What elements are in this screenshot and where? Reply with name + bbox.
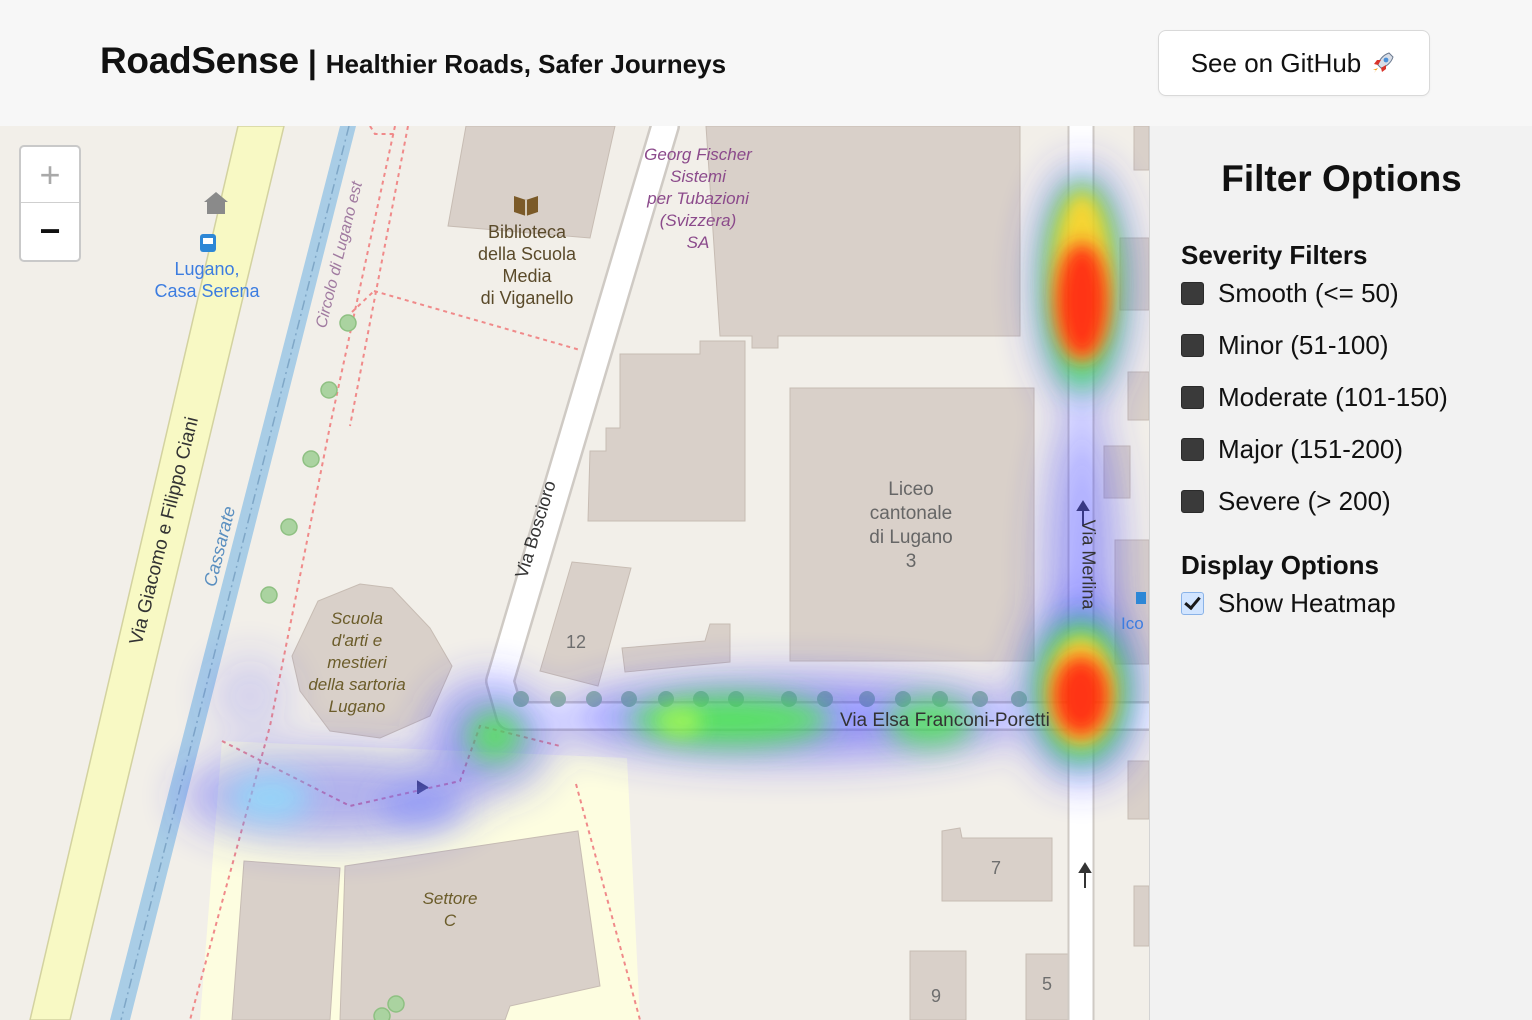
label-library: Biblioteca della Scuola Media di Viganel… <box>460 221 594 309</box>
label-scuola: Scuola d'arti e mestieri della sartoria … <box>294 608 420 718</box>
github-button-label: See on GitHub <box>1190 47 1362 78</box>
label-settore-line2: C <box>443 911 457 930</box>
label-scuola-line2: d'arti e <box>331 631 383 650</box>
checkbox-major[interactable] <box>1181 438 1204 461</box>
checkbox-severe[interactable] <box>1181 490 1204 513</box>
house-number-9: 9 <box>931 986 942 1006</box>
label-company-line2: Sistemi <box>670 167 726 186</box>
label-company-line1: Georg Fischer <box>644 145 752 164</box>
label-liceo-line3: di Lugano <box>869 527 953 548</box>
display-section-title: Display Options <box>1181 550 1379 580</box>
label-liceo-line1: Liceo <box>888 479 934 500</box>
label-company-line5: SA <box>686 233 710 252</box>
filter-major[interactable]: Major (151-200) <box>1181 434 1403 465</box>
label-library-line2: della Scuola <box>477 244 577 264</box>
buildings <box>231 126 1149 1020</box>
filter-moderate-label: Moderate (101-150) <box>1218 382 1448 412</box>
filter-major-label: Major (151-200) <box>1218 434 1403 464</box>
label-library-line3: Media <box>502 266 552 286</box>
label-company-line4: (Svizzera) <box>659 211 737 230</box>
option-show-heatmap-label: Show Heatmap <box>1218 588 1396 618</box>
checkbox-smooth[interactable] <box>1181 282 1204 305</box>
info-icon <box>1136 592 1146 604</box>
label-liceo-line4: 3 <box>905 551 917 572</box>
brand-separator: | <box>307 44 317 80</box>
checkbox-moderate[interactable] <box>1181 386 1204 409</box>
label-bus-line1: Lugano, <box>174 259 240 279</box>
label-scuola-line3: mestieri <box>327 653 387 672</box>
github-button[interactable]: See on GitHub <box>1158 30 1430 96</box>
filter-smooth[interactable]: Smooth (<= 50) <box>1181 278 1399 309</box>
filter-smooth-label: Smooth (<= 50) <box>1218 278 1399 308</box>
label-bus-stop: Lugano, Casa Serena <box>148 258 266 302</box>
label-company-line3: per Tubazioni <box>647 189 749 208</box>
checkbox-show-heatmap[interactable] <box>1181 592 1204 615</box>
label-franconi: Via Elsa Franconi-Poretti <box>840 710 1050 731</box>
label-settore-line1: Settore <box>422 889 478 908</box>
label-edge-ico: Ico <box>1121 614 1144 633</box>
label-bus-line2: Casa Serena <box>154 281 260 301</box>
filter-severe[interactable]: Severe (> 200) <box>1181 486 1391 517</box>
label-scuola-line4: della sartoria <box>308 675 406 694</box>
brand-name: RoadSense <box>100 40 299 81</box>
house-number-12: 12 <box>566 632 587 652</box>
filter-moderate[interactable]: Moderate (101-150) <box>1181 382 1448 413</box>
zoom-in-button[interactable]: + <box>21 147 79 203</box>
zoom-out-button[interactable]: − <box>21 203 79 259</box>
severity-section-title: Severity Filters <box>1181 240 1368 270</box>
label-scuola-line5: Lugano <box>328 697 386 716</box>
bus-stop-icon <box>200 234 216 252</box>
rocket-icon <box>1373 52 1394 73</box>
label-merlina: Via Merlina <box>1078 519 1099 610</box>
filter-sidebar: Filter Options Severity Filters Smooth (… <box>1149 126 1532 1020</box>
label-library-line4: di Viganello <box>480 288 574 308</box>
house-number-7: 7 <box>991 858 1002 878</box>
app-header: RoadSense | Healthier Roads, Safer Journ… <box>0 0 1532 126</box>
label-liceo-line2: cantonale <box>869 503 953 524</box>
filter-minor-label: Minor (51-100) <box>1218 330 1389 360</box>
option-show-heatmap[interactable]: Show Heatmap <box>1181 588 1396 619</box>
brand-tagline: Healthier Roads, Safer Journeys <box>325 49 727 79</box>
brand: RoadSense | Healthier Roads, Safer Journ… <box>100 40 726 82</box>
label-liceo: Liceo cantonale di Lugano 3 <box>846 478 976 574</box>
checkbox-minor[interactable] <box>1181 334 1204 357</box>
filter-severe-label: Severe (> 200) <box>1218 486 1391 516</box>
map-view[interactable]: Lugano, Casa Serena Biblioteca della Scu… <box>0 126 1149 1020</box>
zoom-control: + − <box>19 145 81 262</box>
sidebar-title: Filter Options <box>1221 158 1462 199</box>
label-company: Georg Fischer Sistemi per Tubazioni (Svi… <box>630 144 766 254</box>
label-scuola-line1: Scuola <box>331 609 383 628</box>
house-number-5: 5 <box>1042 974 1053 994</box>
label-settore: Settore C <box>410 888 490 932</box>
label-library-line1: Biblioteca <box>487 222 567 242</box>
filter-minor[interactable]: Minor (51-100) <box>1181 330 1389 361</box>
